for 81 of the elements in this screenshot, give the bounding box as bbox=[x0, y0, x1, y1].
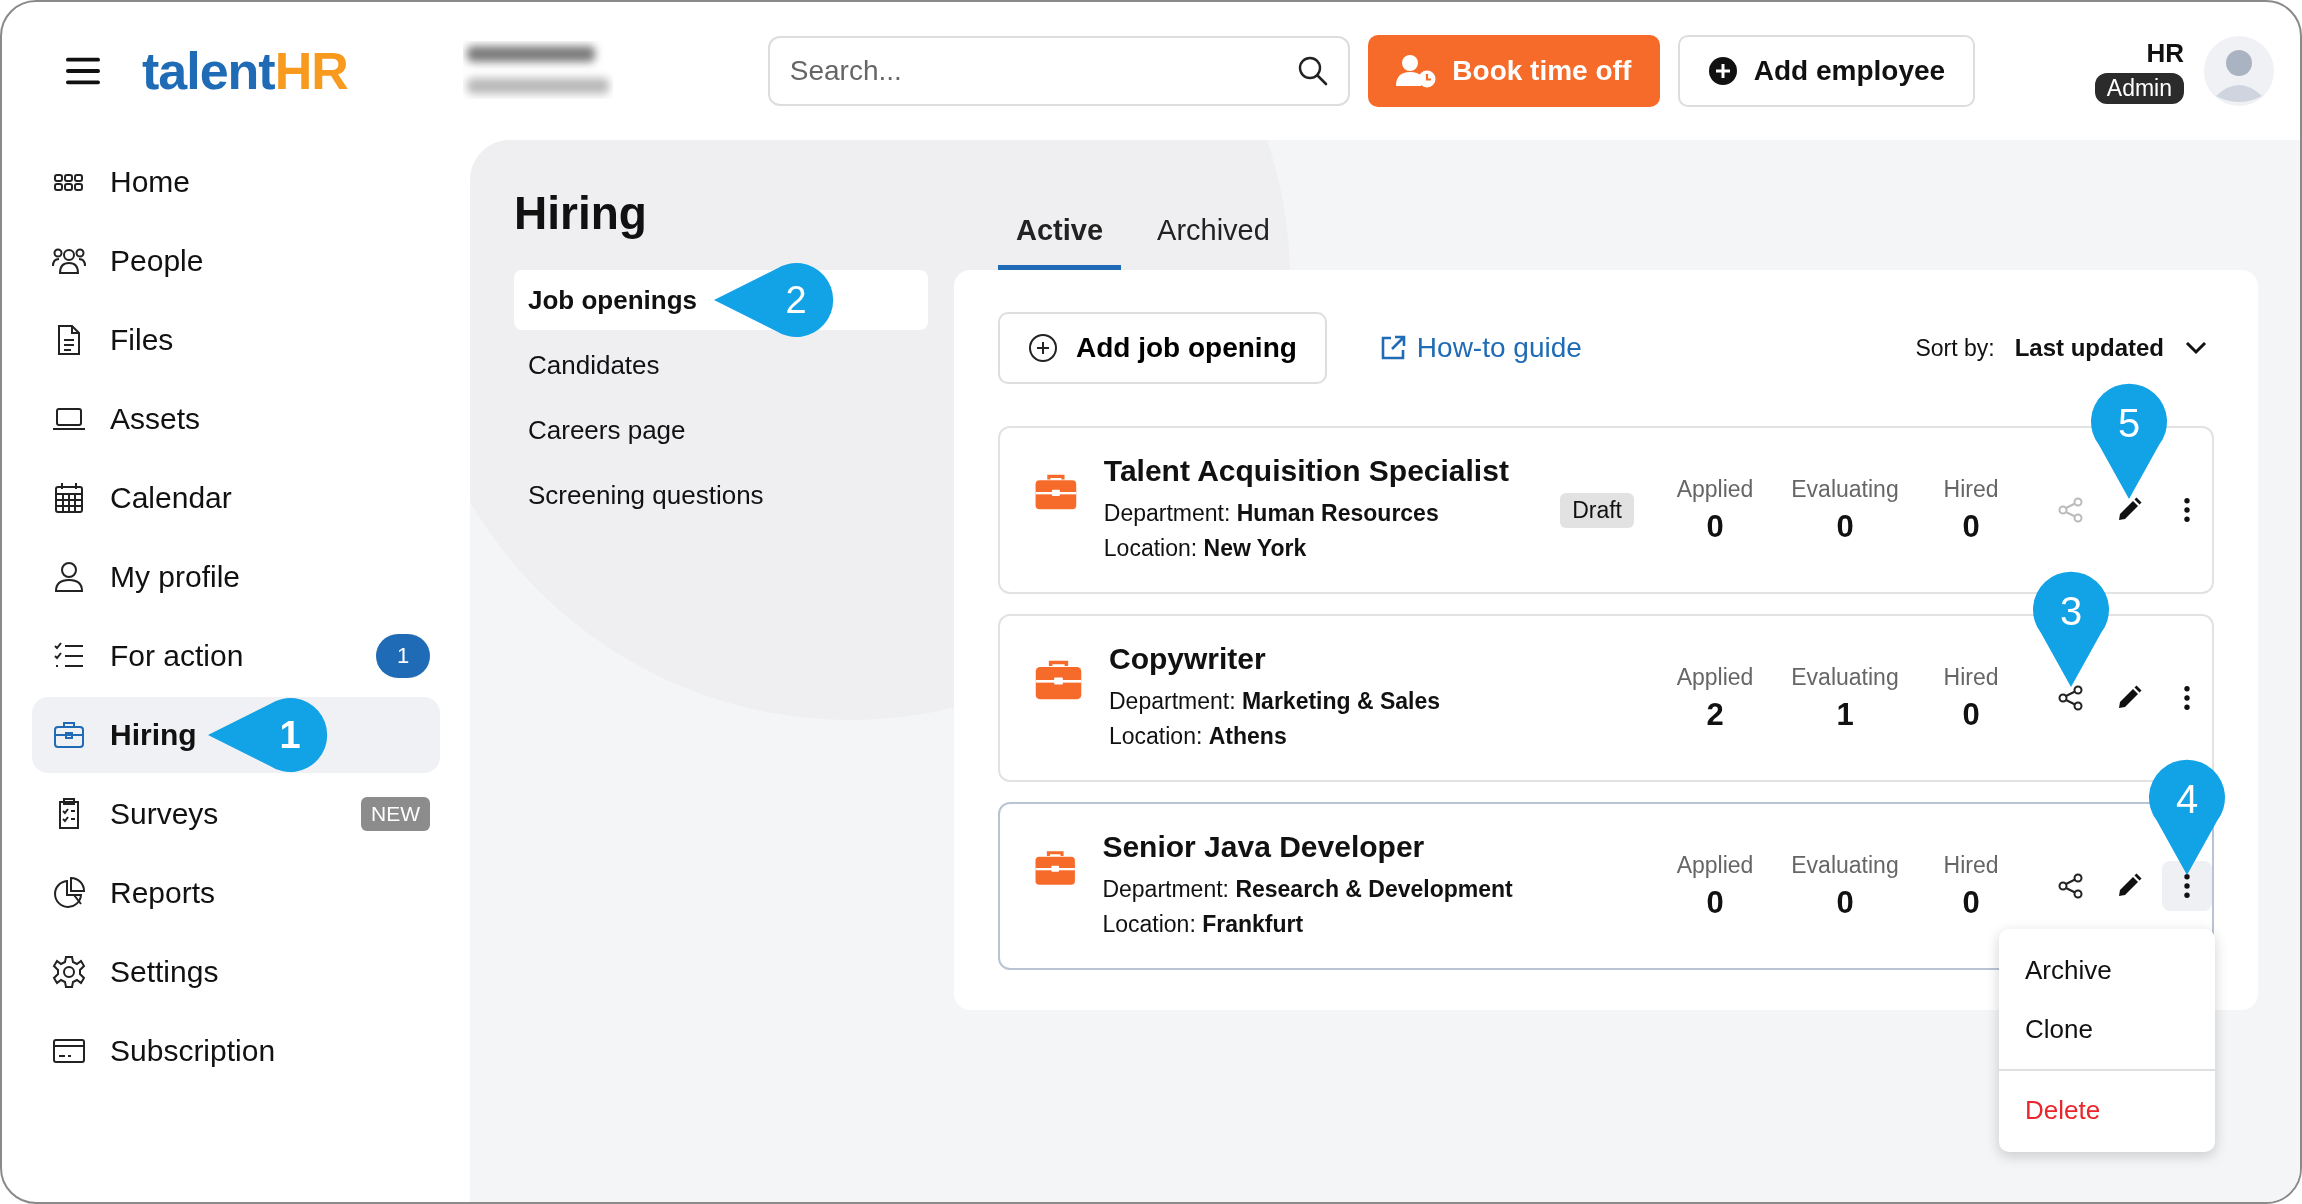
pie-icon bbox=[52, 876, 86, 910]
logo: talentHR bbox=[142, 41, 348, 101]
add-job-opening-button[interactable]: Add job opening bbox=[998, 312, 1327, 384]
sidebar-item[interactable]: My profile bbox=[32, 539, 440, 615]
count-badge: 1 bbox=[376, 634, 430, 678]
sidebar-item[interactable]: Calendar bbox=[32, 460, 440, 536]
sidebar-item[interactable]: Subscription bbox=[32, 1013, 440, 1089]
stat-value: 0 bbox=[1962, 884, 1980, 921]
sort-label: Sort by: bbox=[1915, 334, 1995, 362]
job-title[interactable]: Talent Acquisition Specialist bbox=[1103, 454, 1509, 488]
subnav-item[interactable]: Screening questions bbox=[514, 465, 928, 525]
sidebar-item[interactable]: Files bbox=[32, 302, 440, 378]
sidebar-item[interactable]: Hiring 1 bbox=[32, 697, 440, 773]
person-icon bbox=[52, 560, 86, 594]
search-field[interactable]: Search... bbox=[767, 36, 1350, 106]
sidebar-item[interactable]: Home bbox=[32, 144, 440, 220]
stat-label: Evaluating bbox=[1791, 475, 1899, 503]
more-button[interactable] bbox=[2162, 861, 2212, 911]
callout-marker: 5 bbox=[2089, 383, 2169, 501]
sidebar-item[interactable]: For action 1 bbox=[32, 618, 440, 694]
job-title[interactable]: Senior Java Developer bbox=[1102, 830, 1513, 864]
sidebar-item[interactable]: People bbox=[32, 223, 440, 299]
how-to-guide-link[interactable]: How-to guide bbox=[1378, 332, 1582, 364]
callout-marker: 4 bbox=[2147, 759, 2227, 877]
share-icon bbox=[2057, 684, 2085, 712]
plus-circle-icon bbox=[1028, 333, 1058, 363]
sort-dropdown[interactable]: Last updated bbox=[2014, 334, 2208, 362]
menu-icon[interactable] bbox=[66, 57, 100, 85]
subnav-item[interactable]: Careers page bbox=[514, 400, 928, 460]
stat-label: Hired bbox=[1943, 663, 1999, 691]
sidebar-item[interactable]: Reports bbox=[32, 855, 440, 931]
sidebar-item[interactable]: Settings bbox=[32, 934, 440, 1010]
more-icon bbox=[2184, 498, 2190, 522]
location-text: Location: Athens bbox=[1109, 722, 1288, 751]
stat-value: 0 bbox=[1836, 884, 1854, 921]
new-tag: NEW bbox=[361, 797, 430, 831]
menu-item[interactable]: Delete bbox=[1999, 1081, 2215, 1140]
stat-value: 0 bbox=[1962, 696, 1980, 733]
share-icon bbox=[2057, 496, 2085, 524]
department-text: Department: Human Resources bbox=[1103, 499, 1440, 528]
share-icon bbox=[2057, 872, 2085, 900]
location-text: Location: Frankfurt bbox=[1102, 910, 1305, 939]
add-employee-button[interactable]: Add employee bbox=[1677, 35, 1976, 107]
stat-value: 1 bbox=[1836, 696, 1854, 733]
stat-label: Hired bbox=[1943, 475, 1999, 503]
location-text: Location: New York bbox=[1103, 534, 1308, 563]
role-badge: Admin bbox=[2094, 73, 2184, 104]
sidebar-item[interactable]: Assets bbox=[32, 381, 440, 457]
search-icon[interactable] bbox=[1297, 56, 1328, 86]
chevron-down-icon bbox=[2184, 340, 2208, 356]
plus-circle-icon bbox=[1707, 56, 1738, 86]
stat-value: 0 bbox=[1962, 508, 1980, 545]
stat-value: 2 bbox=[1706, 696, 1724, 733]
stat-label: Applied bbox=[1676, 663, 1754, 691]
stat-label: Applied bbox=[1676, 475, 1754, 503]
callout-marker: 2 bbox=[714, 262, 834, 338]
menu-item[interactable]: Clone bbox=[1999, 1000, 2215, 1059]
stat-label: Applied bbox=[1676, 851, 1754, 879]
page-title: Hiring bbox=[514, 186, 648, 240]
stat-value: 0 bbox=[1706, 884, 1724, 921]
gear-icon bbox=[52, 955, 86, 989]
person-clock-icon bbox=[1396, 54, 1437, 88]
stat-value: 0 bbox=[1836, 508, 1854, 545]
user-name: HR bbox=[2146, 38, 2184, 69]
subnav-item[interactable]: Candidates bbox=[514, 335, 928, 395]
stat-label: Evaluating bbox=[1791, 663, 1899, 691]
sidebar-item[interactable]: Surveys NEW bbox=[32, 776, 440, 852]
calendar-icon bbox=[52, 481, 86, 515]
callout-marker: 1 bbox=[208, 697, 328, 773]
callout-marker: 3 bbox=[2031, 571, 2111, 689]
department-text: Department: Marketing & Sales bbox=[1109, 687, 1442, 716]
stat-label: Evaluating bbox=[1791, 851, 1899, 879]
job-title[interactable]: Copywriter bbox=[1109, 642, 1494, 676]
more-icon bbox=[2184, 874, 2190, 898]
menu-item[interactable]: Archive bbox=[1999, 941, 2215, 1000]
more-icon bbox=[2184, 686, 2190, 710]
department-text: Department: Research & Development bbox=[1102, 875, 1513, 904]
status-tag: Draft bbox=[1560, 492, 1634, 528]
tab[interactable]: Archived bbox=[1139, 214, 1288, 270]
stat-label: Hired bbox=[1943, 851, 1999, 879]
stat-value: 0 bbox=[1706, 508, 1724, 545]
